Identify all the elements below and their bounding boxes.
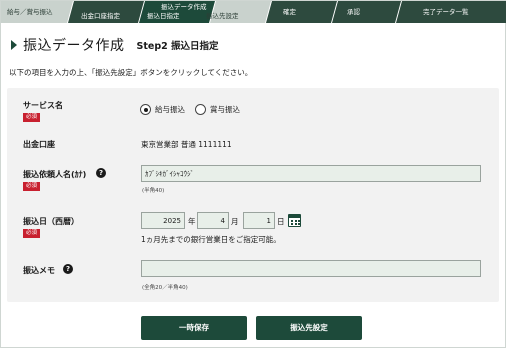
memo-hint: (全角20／半角40): [142, 285, 188, 291]
step-shape-6: [332, 1, 401, 23]
service-label: サービス名: [23, 101, 63, 110]
date-year-input[interactable]: [141, 212, 185, 229]
account-label: 出金口座: [23, 140, 55, 149]
radio-salary[interactable]: 給与振込: [140, 104, 185, 115]
calendar-icon[interactable]: [288, 214, 301, 227]
requester-hint: (半角40): [142, 188, 165, 194]
service-required-badge: 必須: [23, 113, 41, 122]
step-title: Step2 振込日指定: [136, 41, 219, 52]
step-6-label: 承認: [347, 8, 360, 16]
date-day-input[interactable]: [243, 212, 275, 229]
next-payee-settings-button[interactable]: 振込先設定: [256, 316, 362, 340]
title-arrow-icon: [11, 40, 17, 50]
date-year-unit: 年: [188, 217, 196, 226]
radio-bonus-circle[interactable]: [195, 104, 206, 115]
save-draft-button[interactable]: 一時保存: [141, 316, 247, 340]
step-7-label: 完了データ一覧: [423, 8, 469, 16]
memo-label: 振込メモ: [23, 266, 55, 275]
date-day-unit: 日: [277, 217, 285, 226]
radio-salary-label: 給与振込: [155, 105, 185, 114]
step-5-label: 確定: [283, 8, 296, 16]
page-title: 振込データ作成: [23, 38, 125, 54]
instruction-text: 以下の項目を入力の上、「振込先設定」ボタンをクリックしてください。: [9, 68, 253, 77]
date-label: 振込日（西暦）: [23, 217, 79, 226]
radio-bonus-label: 賞与振込: [210, 105, 240, 114]
requester-name-input[interactable]: [141, 165, 481, 182]
step-shape-5: [266, 1, 337, 23]
step-3-label: 振込データ作成: [161, 3, 207, 11]
account-value: 東京営業部 普通 1111111: [141, 140, 232, 149]
step-1-label: 給与／賞与振込: [7, 8, 53, 16]
requester-help-icon[interactable]: ?: [96, 168, 106, 178]
form-panel: サービス名 必須 給与振込 賞与振込 出金口座 東京営業部 普通 1111111…: [7, 88, 499, 302]
date-note: 1ヵ月先までの銀行営業日をご指定可能。: [141, 235, 281, 244]
radio-bonus[interactable]: 賞与振込: [195, 104, 240, 115]
requester-label: 振込依頼人名(ｶﾅ): [23, 170, 87, 179]
window: 給与／賞与振込 出金口座指定 振込データ作成 振込日指定 振込先設定 確定 承認…: [0, 0, 506, 348]
date-month-input[interactable]: [197, 212, 229, 229]
date-month-unit: 月: [231, 217, 239, 226]
step-3-sublabel: 振込日指定: [147, 12, 180, 20]
requester-required-badge: 必須: [23, 182, 41, 191]
step-2-label: 出金口座指定: [81, 12, 120, 20]
memo-input[interactable]: [141, 260, 481, 277]
radio-salary-circle[interactable]: [140, 104, 151, 115]
step-progress-bar: 給与／賞与振込 出金口座指定 振込データ作成 振込日指定 振込先設定 確定 承認…: [1, 1, 506, 23]
memo-help-icon[interactable]: ?: [63, 264, 73, 274]
step-4-label: 振込先設定: [206, 12, 239, 20]
date-required-badge: 必須: [23, 229, 41, 238]
page-title-row: 振込データ作成 Step2 振込日指定: [11, 35, 219, 55]
